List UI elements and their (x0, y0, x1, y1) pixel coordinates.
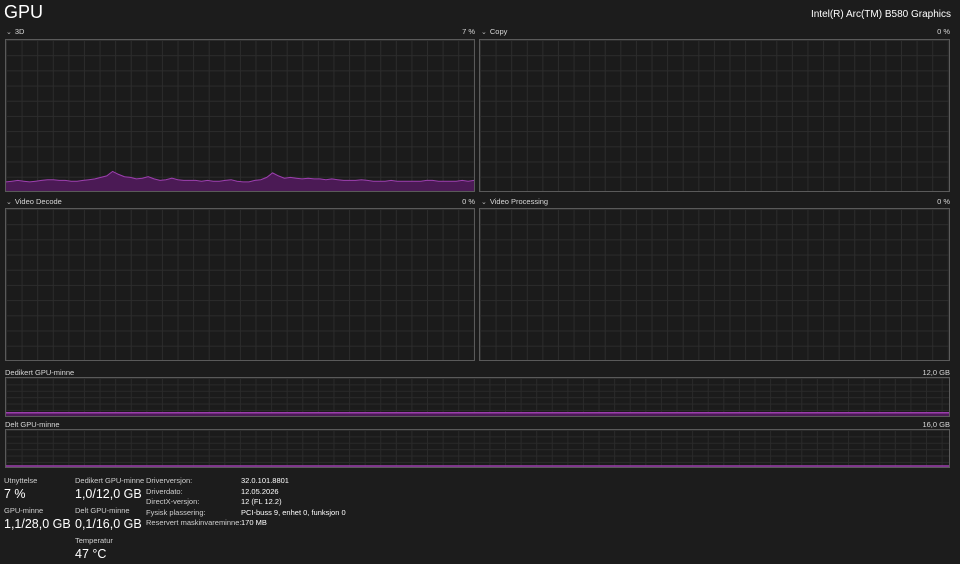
driver-date-key: Driverdato: (146, 486, 183, 496)
dedicated-memory-label: Dedikert GPU-minne (5, 368, 75, 377)
temperature-value: 47 °C (75, 547, 107, 561)
directx-version-value: 12 (FL 12.2) (241, 497, 282, 506)
dedicated-memory-stat-value: 1,0/12,0 GB (75, 487, 142, 501)
gpu-performance-page: GPU Intel(R) Arc(TM) B580 Graphics ⌄ 3D 7… (0, 0, 960, 564)
driver-version-key: Driverversjon: (146, 476, 193, 485)
memory-usage-chart (6, 465, 949, 467)
engine-3d-header[interactable]: ⌄ 3D 7 % (6, 27, 475, 39)
shared-memory-label: Delt GPU-minne (5, 420, 60, 429)
shared-memory-stat-value: 0,1/16,0 GB (75, 517, 142, 531)
engine-video-decode-graph (5, 208, 475, 361)
gpu-name: Intel(R) Arc(TM) B580 Graphics (810, 9, 951, 20)
page-title: GPU (4, 2, 44, 22)
driver-version-value: 32.0.101.8801 (241, 476, 289, 485)
engine-video-processing-graph (479, 208, 950, 361)
engine-copy-graph (479, 39, 950, 192)
utilization-label: Utnyttelse (4, 476, 38, 485)
chevron-down-icon[interactable]: ⌄ (6, 28, 12, 36)
engine-3d-percent: 7 % (462, 27, 475, 36)
physical-location-value: PCI-buss 9, enhet 0, funksjon 0 (241, 507, 346, 517)
chevron-down-icon[interactable]: ⌄ (6, 198, 12, 206)
reserved-memory-value: 170 MB (241, 518, 267, 527)
engine-3d-label: 3D (14, 27, 25, 36)
dedicated-memory-graph (5, 377, 950, 417)
physical-location-key: Fysisk plassering: (146, 507, 206, 517)
shared-memory-graph (5, 429, 950, 468)
gpu-memory-value: 1,1/28,0 GB (4, 517, 71, 531)
engine-3d-graph (5, 39, 475, 192)
chevron-down-icon[interactable]: ⌄ (481, 198, 487, 206)
shared-memory-stat-label: Delt GPU-minne (75, 506, 130, 515)
engine-copy-header[interactable]: ⌄ Copy 0 % (481, 27, 950, 39)
stats-panel: Utnyttelse 7 % GPU-minne 1,1/28,0 GB Ded… (0, 470, 960, 564)
gpu-memory-label: GPU-minne (4, 506, 44, 515)
chevron-down-icon[interactable]: ⌄ (481, 28, 487, 36)
engine-video-decode-percent: 0 % (462, 197, 475, 206)
engine-video-processing-label: Video Processing (489, 197, 549, 206)
engine-copy-percent: 0 % (937, 27, 950, 36)
utilization-line (6, 170, 474, 183)
engine-video-processing-percent: 0 % (937, 197, 950, 206)
dedicated-memory-stat-label: Dedikert GPU-minne (75, 476, 145, 485)
shared-memory-max: 16,0 GB (922, 420, 950, 429)
dedicated-memory-max: 12,0 GB (922, 368, 950, 377)
memory-usage-chart (6, 412, 949, 416)
driver-date-value: 12.05.2026 (241, 486, 279, 496)
utilization-history-chart (6, 170, 474, 191)
engine-video-decode-label: Video Decode (14, 197, 62, 206)
reserved-memory-key: Reservert maskinvareminne: (146, 518, 242, 527)
directx-version-key: DirectX-versjon: (146, 497, 200, 506)
engine-copy-label: Copy (489, 27, 508, 36)
temperature-label: Temperatur (75, 536, 113, 545)
utilization-value: 7 % (4, 487, 26, 501)
